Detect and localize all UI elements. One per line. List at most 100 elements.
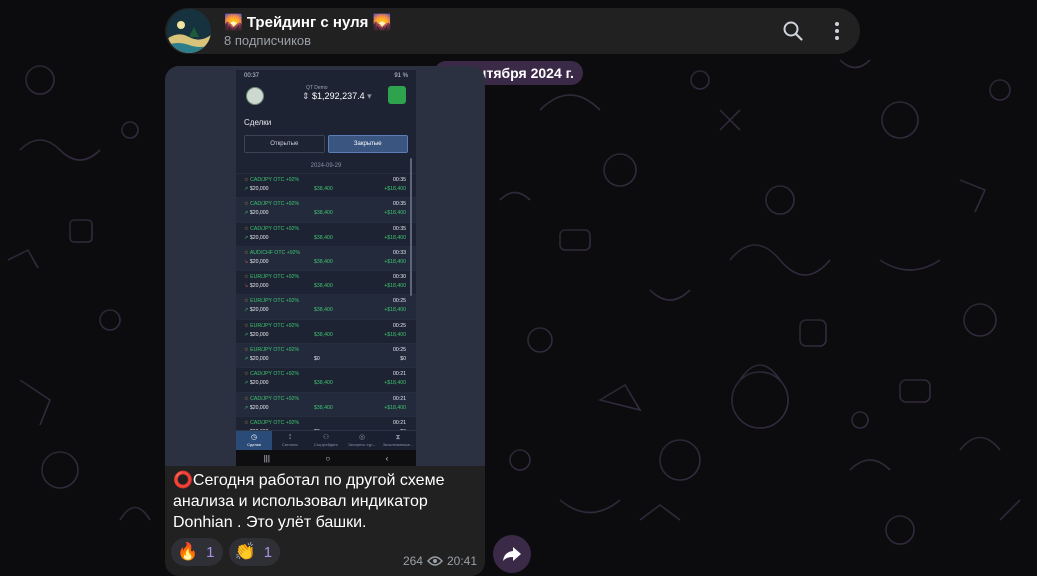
arrow-up-icon: ↗ bbox=[244, 186, 249, 192]
arrow-up-icon: ↗ bbox=[244, 307, 249, 314]
channel-header: 🌄 Трейдинг с нуля 🌄 8 подписчиков bbox=[165, 8, 860, 54]
trade-amount: ↗ $20,000 bbox=[244, 307, 269, 314]
trade-pair: ☆ CAD/JPY OTC +92% bbox=[244, 201, 300, 208]
trade-time: 00:21 bbox=[393, 419, 406, 426]
trade-amount: ↘ $20,000 bbox=[244, 283, 269, 290]
trade-amount: ↘ $20,000 bbox=[244, 258, 269, 265]
trades-section-title: Сделки bbox=[244, 118, 272, 127]
trade-row: ☆ CAD/JPY OTC +92% ↗ $20,000 $38,400 00:35 +… bbox=[236, 221, 416, 246]
forward-button[interactable] bbox=[493, 535, 531, 573]
trade-time: 00:33 bbox=[393, 249, 406, 256]
arrow-up-icon: ↗ bbox=[244, 356, 249, 363]
trade-row: ☆ EUR/JPY OTC +92% ↗ $20,000 $0 00:25 $0 bbox=[236, 343, 416, 368]
phone-status-time: 00:37 bbox=[244, 73, 260, 79]
arrow-up-icon: ↗ bbox=[244, 210, 249, 217]
trades-date: 2024-09-29 bbox=[310, 163, 342, 169]
trade-amount: ↗ $20,000 bbox=[244, 234, 269, 241]
trade-amount: ↗ $20,000 bbox=[244, 380, 269, 387]
trade-payout: $38,400 bbox=[314, 404, 333, 411]
trade-profit: +$18,400 bbox=[384, 307, 406, 314]
recents-icon: ||| bbox=[263, 453, 270, 463]
tab-open: Открытые bbox=[244, 135, 325, 153]
trade-pair: ☆ CAD/JPY OTC +92% bbox=[244, 225, 300, 232]
trade-payout: $38,400 bbox=[314, 210, 333, 217]
trade-payout: $38,400 bbox=[314, 307, 333, 314]
message-time: 20:41 bbox=[446, 554, 477, 568]
subscriber-count: 8 подписчиков bbox=[224, 33, 312, 48]
trade-time: 00:35 bbox=[393, 225, 406, 232]
trade-payout: $38,400 bbox=[314, 380, 333, 387]
trade-time: 00:21 bbox=[393, 371, 406, 378]
channel-title: 🌄 Трейдинг с нуля 🌄 bbox=[224, 14, 392, 31]
trade-time: 00:21 bbox=[393, 395, 406, 402]
trade-time: 00:25 bbox=[393, 347, 406, 354]
broker-logo bbox=[246, 87, 264, 105]
trade-row: ☆ AUD/CHF OTC +92% ↘ $20,000 $38,400 00:33 +… bbox=[236, 245, 416, 271]
trade-row: ☆ EUR/JPY OTC +92% ↗ $20,000 $38,400 00:25 +… bbox=[236, 318, 416, 343]
reaction-count: 1 bbox=[263, 543, 273, 561]
arrow-up-icon: ↗ bbox=[244, 234, 249, 241]
trade-time: 00:25 bbox=[393, 298, 406, 305]
trade-payout: $0 bbox=[314, 356, 320, 363]
trade-pair: ☆ CAD/JPY OTC +92% bbox=[244, 395, 300, 402]
phone-scrollbar bbox=[410, 158, 412, 296]
message-meta: 264 20:41 bbox=[403, 554, 477, 568]
trade-amount: ↗ $20,000 bbox=[244, 404, 269, 411]
trade-row: ☆ CAD/JPY OTC +92% ↗ $20,000 $38,400 00:35 +… bbox=[236, 173, 416, 197]
nav-exclusive: ⧗ Эксклюзивные... bbox=[382, 434, 414, 447]
trade-profit: +$18,400 bbox=[384, 258, 406, 265]
reaction-fire[interactable]: 🔥 1 bbox=[171, 538, 223, 566]
trade-profit: $0 bbox=[400, 356, 406, 363]
more-vertical-icon[interactable] bbox=[825, 19, 849, 43]
fire-emoji: 🔥 bbox=[177, 542, 199, 561]
account-balance: ⇕ $1,292,237.4 ▾ bbox=[302, 91, 372, 101]
arrow-down-icon: ↘ bbox=[244, 258, 249, 265]
trade-pair: ☆ EUR/JPY OTC +92% bbox=[244, 347, 300, 354]
trade-profit: +$18,400 bbox=[384, 186, 406, 192]
trade-payout: $38,400 bbox=[314, 283, 333, 290]
share-arrow-icon bbox=[503, 547, 521, 561]
trade-pair: ☆ CAD/JPY OTC +92% bbox=[244, 419, 300, 426]
search-icon[interactable] bbox=[781, 19, 805, 43]
trade-pair: ☆ AUD/CHF OTC +92% bbox=[244, 249, 301, 256]
trade-amount: ↗ $20,000 bbox=[244, 331, 269, 338]
trade-profit: +$18,400 bbox=[384, 283, 406, 290]
nav-trades: ◷ Сделки bbox=[236, 431, 272, 451]
trade-profit: +$18,400 bbox=[384, 404, 406, 411]
trade-pair: ☆ CAD/JPY OTC +92% bbox=[244, 177, 300, 183]
arrow-down-icon: ↘ bbox=[244, 283, 249, 290]
phone-screenshot: 00:37 91 % QT Demo ⇕ $1,292,237.4 ▾ Сдел… bbox=[236, 70, 416, 466]
trade-time: 00:35 bbox=[393, 201, 406, 208]
nav-express: ◎ Экспресс-тур... bbox=[347, 434, 376, 447]
channel-avatar[interactable] bbox=[167, 9, 211, 53]
trade-profit: +$18,400 bbox=[384, 380, 406, 387]
message-photo[interactable]: 00:37 91 % QT Demo ⇕ $1,292,237.4 ▾ Сдел… bbox=[165, 66, 485, 466]
wallet-icon bbox=[388, 86, 406, 104]
phone-bottom-nav: ◷ Сделки ⟟ Сигналы ⚇ Соцтрейдинг ◎ Экспресс-… bbox=[236, 430, 416, 451]
trade-amount: ↗ $20,000 bbox=[244, 210, 269, 217]
message-bubble[interactable]: 00:37 91 % QT Demo ⇕ $1,292,237.4 ▾ Сдел… bbox=[165, 66, 485, 576]
phone-top-bar: QT Demo ⇕ $1,292,237.4 ▾ bbox=[236, 82, 416, 108]
trades-tabs: Открытые Закрытые bbox=[244, 135, 408, 153]
trade-payout: $38,400 bbox=[314, 186, 333, 192]
phone-status-battery: 91 % bbox=[394, 73, 408, 79]
trade-pair: ☆ EUR/JPY OTC +92% bbox=[244, 322, 300, 329]
view-count: 264 bbox=[402, 554, 423, 568]
trade-pair: ☆ CAD/JPY OTC +92% bbox=[244, 371, 300, 378]
trade-profit: +$18,400 bbox=[384, 234, 406, 241]
arrow-up-icon: ↗ bbox=[244, 404, 249, 411]
trade-row: ☆ CAD/JPY OTC +92% ↗ $20,000 $38,400 00:35 +… bbox=[236, 197, 416, 222]
message-text: ⭕Сегодня работал по другой схеме анализа… bbox=[173, 472, 445, 531]
trade-row: ☆ EUR/JPY OTC +92% ↗ $20,000 $38,400 00:25 +… bbox=[236, 294, 416, 319]
trade-row: ☆ EUR/JPY OTC +92% ↘ $20,000 $38,400 00:30 +… bbox=[236, 270, 416, 294]
trade-pair: ☆ EUR/JPY OTC +92% bbox=[244, 298, 300, 305]
trade-time: 00:25 bbox=[393, 322, 406, 329]
reaction-clap[interactable]: 👏 1 bbox=[228, 538, 281, 566]
trade-pair: ☆ EUR/JPY OTC +92% bbox=[244, 274, 300, 281]
trade-row: ☆ CAD/JPY OTC +92% ↗ $20,000 $38,400 00:21 +… bbox=[236, 391, 416, 416]
trade-amount: ↗ $20,000 bbox=[244, 356, 269, 363]
tab-closed: Закрытые bbox=[327, 135, 408, 153]
phone-status-bar: 00:37 91 % bbox=[236, 70, 416, 82]
trade-payout: $38,400 bbox=[314, 234, 333, 241]
trade-time: 00:30 bbox=[393, 274, 406, 281]
